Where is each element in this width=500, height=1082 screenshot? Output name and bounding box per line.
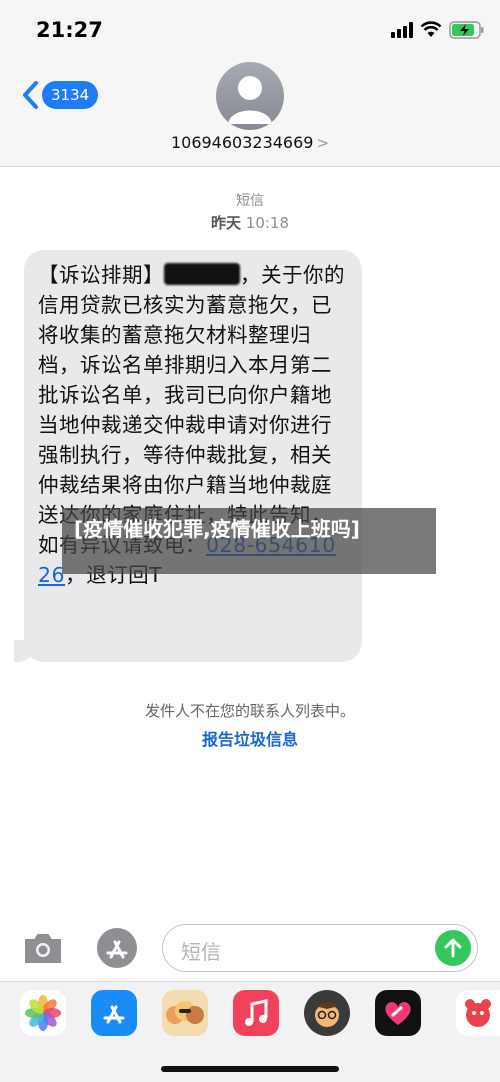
chevron-right-icon: > bbox=[316, 134, 330, 152]
digital-touch-icon[interactable] bbox=[375, 990, 421, 1036]
message-composer: 短信 bbox=[0, 920, 500, 976]
send-button[interactable] bbox=[435, 930, 471, 966]
app-store-app-icon[interactable] bbox=[91, 990, 137, 1036]
memoji-stickers-icon[interactable] bbox=[162, 990, 208, 1036]
overlay-headline: [疫情催收犯罪,疫情催收上班吗] bbox=[62, 508, 436, 574]
message-bubble[interactable]: 【诉讼排期】 ，关于你的信用贷款已核实为蓄意拖欠，已将收集的蓄意拖欠材料整理归档，… bbox=[24, 250, 362, 662]
photos-app-icon[interactable] bbox=[20, 990, 66, 1036]
contact-name[interactable]: 10694603234669 > bbox=[0, 133, 500, 152]
battery-charging-icon bbox=[449, 21, 484, 39]
conversation-header: 21:27 3134 10694603234669 > bbox=[0, 0, 500, 167]
music-app-icon[interactable] bbox=[233, 990, 279, 1036]
status-time: 21:27 bbox=[36, 18, 103, 42]
message-input-placeholder: 短信 bbox=[181, 940, 221, 964]
date-label: 昨天 bbox=[210, 214, 241, 232]
game-app-icon[interactable] bbox=[456, 990, 500, 1036]
message-part-1: 【诉讼排期】 bbox=[38, 263, 164, 287]
redaction-block bbox=[164, 263, 240, 285]
time-label: 10:18 bbox=[245, 214, 290, 232]
unknown-sender-notice: 发件人不在您的联系人列表中。 bbox=[144, 702, 355, 720]
report-junk-link[interactable]: 报告垃圾信息 bbox=[0, 726, 500, 750]
chevron-left-icon bbox=[23, 81, 38, 109]
contact-avatar[interactable] bbox=[216, 62, 284, 130]
cellular-signal-icon bbox=[391, 22, 413, 38]
camera-icon[interactable] bbox=[22, 928, 64, 968]
wifi-icon bbox=[420, 21, 442, 37]
message-type-label: 短信 bbox=[236, 193, 264, 209]
home-indicator[interactable] bbox=[161, 1066, 339, 1072]
memoji-icon[interactable] bbox=[304, 990, 350, 1036]
app-store-icon[interactable] bbox=[95, 926, 139, 970]
unread-count-badge: 3134 bbox=[42, 81, 99, 109]
person-silhouette-icon bbox=[228, 76, 272, 124]
message-input[interactable]: 短信 bbox=[162, 924, 478, 972]
arrow-up-icon bbox=[444, 938, 462, 958]
message-timestamp: 昨天 10:18 bbox=[0, 212, 500, 233]
back-button[interactable]: 3134 bbox=[20, 80, 99, 110]
contact-number: 10694603234669 bbox=[170, 133, 314, 152]
